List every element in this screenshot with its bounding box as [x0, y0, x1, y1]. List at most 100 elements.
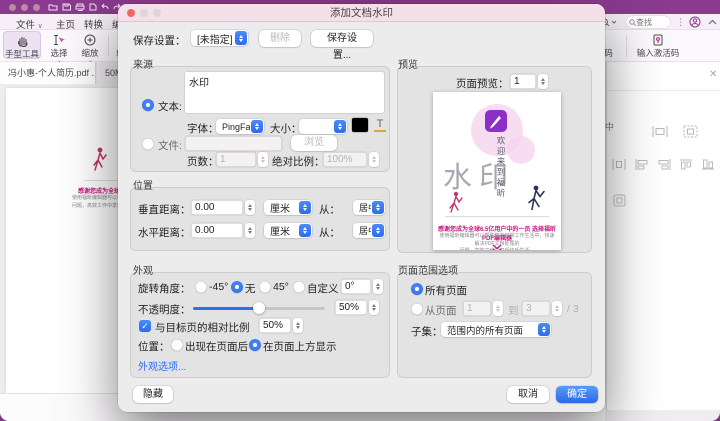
select-cursor-icon [53, 34, 66, 46]
tab-convert[interactable]: 转换 [84, 17, 103, 31]
from-page-radio[interactable] [411, 303, 423, 315]
panel-close-icon[interactable]: ✕ [709, 69, 717, 80]
opacity-stepper[interactable] [369, 300, 379, 315]
opacity-slider-knob[interactable] [253, 302, 265, 314]
relative-scale-field[interactable]: 50% [259, 318, 291, 333]
delete-preset-button[interactable]: 删除 [259, 30, 301, 47]
to-page-field[interactable]: 3 [522, 301, 550, 316]
search-box[interactable] [626, 16, 670, 28]
foxit-pen-icon [485, 110, 507, 132]
opacity-field[interactable]: 50% [335, 300, 367, 315]
open-file-icon[interactable] [48, 3, 58, 11]
pages-field[interactable]: 1 [216, 152, 256, 167]
horizontal-anchor-value: 居中 [353, 224, 371, 237]
file-radio[interactable] [142, 138, 154, 150]
all-pages-radio[interactable] [411, 283, 423, 295]
font-color-swatch[interactable] [352, 118, 368, 132]
align-left-icon[interactable] [634, 158, 650, 171]
absolute-scale-stepper[interactable] [369, 152, 379, 167]
rotate-45-radio[interactable] [259, 281, 271, 293]
add-watermark-dialog: 添加文档水印 保存设置： [未指定] 删除 保存设置... 来源 文本: 水印 … [118, 4, 605, 412]
dialog-close-button[interactable] [127, 9, 135, 17]
zoom-tool-button[interactable]: 缩放 ⌄ [76, 31, 104, 59]
from-page-field[interactable]: 1 [463, 301, 491, 316]
dialog-minimize-button [140, 9, 148, 17]
horizontal-unit-popup[interactable]: 厘米 [264, 223, 312, 238]
align-top-icon[interactable] [678, 158, 694, 171]
align-center-icon[interactable] [683, 125, 698, 138]
vertical-unit-value: 厘米 [264, 200, 298, 215]
subset-label: 子集： [411, 324, 443, 339]
pages-stepper[interactable] [258, 152, 268, 167]
cancel-button[interactable]: 取消 [507, 386, 549, 403]
page-preview-field[interactable]: 1 [510, 74, 536, 89]
opacity-slider[interactable] [193, 307, 325, 310]
above-page-radio[interactable] [249, 339, 261, 351]
rotate-none-radio[interactable] [231, 281, 243, 293]
search-input[interactable] [636, 18, 666, 27]
account-avatar-icon[interactable] [689, 16, 701, 28]
rotate-custom-radio[interactable] [293, 281, 305, 293]
horizontal-from-label: 从： [319, 225, 340, 240]
align-bottom-icon[interactable] [700, 158, 716, 171]
document-tab-active[interactable]: 冯小惠-个人简历.pdf ... [0, 62, 96, 84]
tab-home[interactable]: 主页 [56, 17, 75, 31]
text-format-icon[interactable]: T [374, 118, 386, 132]
collapse-toolbar-icon[interactable] [708, 19, 717, 25]
relative-scale-checkbox[interactable]: ✓ [139, 320, 151, 332]
horizontal-distance-field[interactable]: 0.00 [191, 223, 243, 238]
print-icon[interactable] [75, 3, 85, 11]
hand-tool-button[interactable]: 手型工具 [3, 31, 41, 59]
app-minimize-button[interactable] [21, 4, 28, 11]
horizontal-anchor-popup[interactable]: 居中 [353, 223, 385, 238]
app-close-button[interactable] [9, 4, 16, 11]
select-tool-button[interactable]: 选择 ⌄ [45, 31, 73, 59]
browse-button[interactable]: 浏览 [291, 135, 337, 151]
rotate-none-label: 无 [245, 281, 256, 296]
font-popup[interactable]: PingFang [216, 119, 264, 134]
vertical-anchor-popup[interactable]: 居中 [353, 200, 385, 215]
subset-popup[interactable]: 范围内的所有页面 [441, 322, 551, 337]
file-radio-label: 文件: [158, 138, 182, 153]
presets-label: 保存设置： [133, 33, 186, 48]
app-zoom-button[interactable] [33, 4, 40, 11]
new-document-icon[interactable] [89, 3, 97, 11]
vertical-unit-popup[interactable]: 厘米 [264, 200, 312, 215]
from-page-stepper[interactable] [493, 301, 503, 316]
watermark-text-input[interactable]: 水印 [185, 72, 384, 113]
rotate-neg45-radio[interactable] [195, 281, 207, 293]
undo-icon[interactable] [100, 3, 110, 11]
save-icon[interactable] [62, 3, 71, 11]
activation-code-button[interactable]: 输入激活码 [632, 31, 684, 59]
ok-button[interactable]: 确定 [556, 386, 598, 403]
presets-popup[interactable]: [未指定] [191, 30, 248, 46]
to-page-stepper[interactable] [552, 301, 562, 316]
distribute-horizontal-icon[interactable] [611, 158, 627, 171]
watermark-preview-thumbnail: 欢迎来到福昕 水印 感谢您成为全球6.5亿用户中的一员 选择福昕PDF编辑器 使… [433, 92, 561, 250]
rotate-neg45-label: -45° [209, 281, 228, 293]
page-preview-stepper[interactable] [538, 74, 548, 89]
vertical-distance-field[interactable]: 0.00 [191, 200, 243, 215]
panel-small-icon[interactable] [613, 194, 626, 207]
panel-divider [607, 90, 720, 91]
custom-angle-stepper[interactable] [373, 279, 383, 294]
horizontal-distance-stepper[interactable] [245, 223, 255, 238]
file-path-field[interactable] [185, 136, 282, 151]
vertical-distance-stepper[interactable] [245, 200, 255, 215]
appearance-options-link[interactable]: 外观选项... [138, 358, 186, 373]
align-center-horizontal-icon[interactable] [651, 125, 669, 138]
pages-label: 页数： [187, 154, 219, 169]
text-radio[interactable] [142, 99, 154, 111]
behind-page-radio[interactable] [171, 339, 183, 351]
more-options-icon[interactable]: ⋮ [676, 17, 686, 28]
size-popup[interactable] [299, 119, 347, 134]
preview-group: 页面预览： 1 欢迎来到福昕 水印 感 [397, 66, 592, 253]
menu-file[interactable]: 文件 ∨ [16, 17, 43, 31]
hide-button[interactable]: 隐藏 [133, 386, 173, 403]
save-preset-button[interactable]: 保存设置... [311, 30, 373, 47]
vertical-distance-label: 垂直距离： [138, 202, 191, 217]
absolute-scale-field[interactable]: 100% [323, 152, 367, 167]
custom-angle-field[interactable]: 0° [341, 279, 371, 294]
relative-scale-stepper[interactable] [293, 318, 303, 333]
align-right-icon[interactable] [656, 158, 672, 171]
